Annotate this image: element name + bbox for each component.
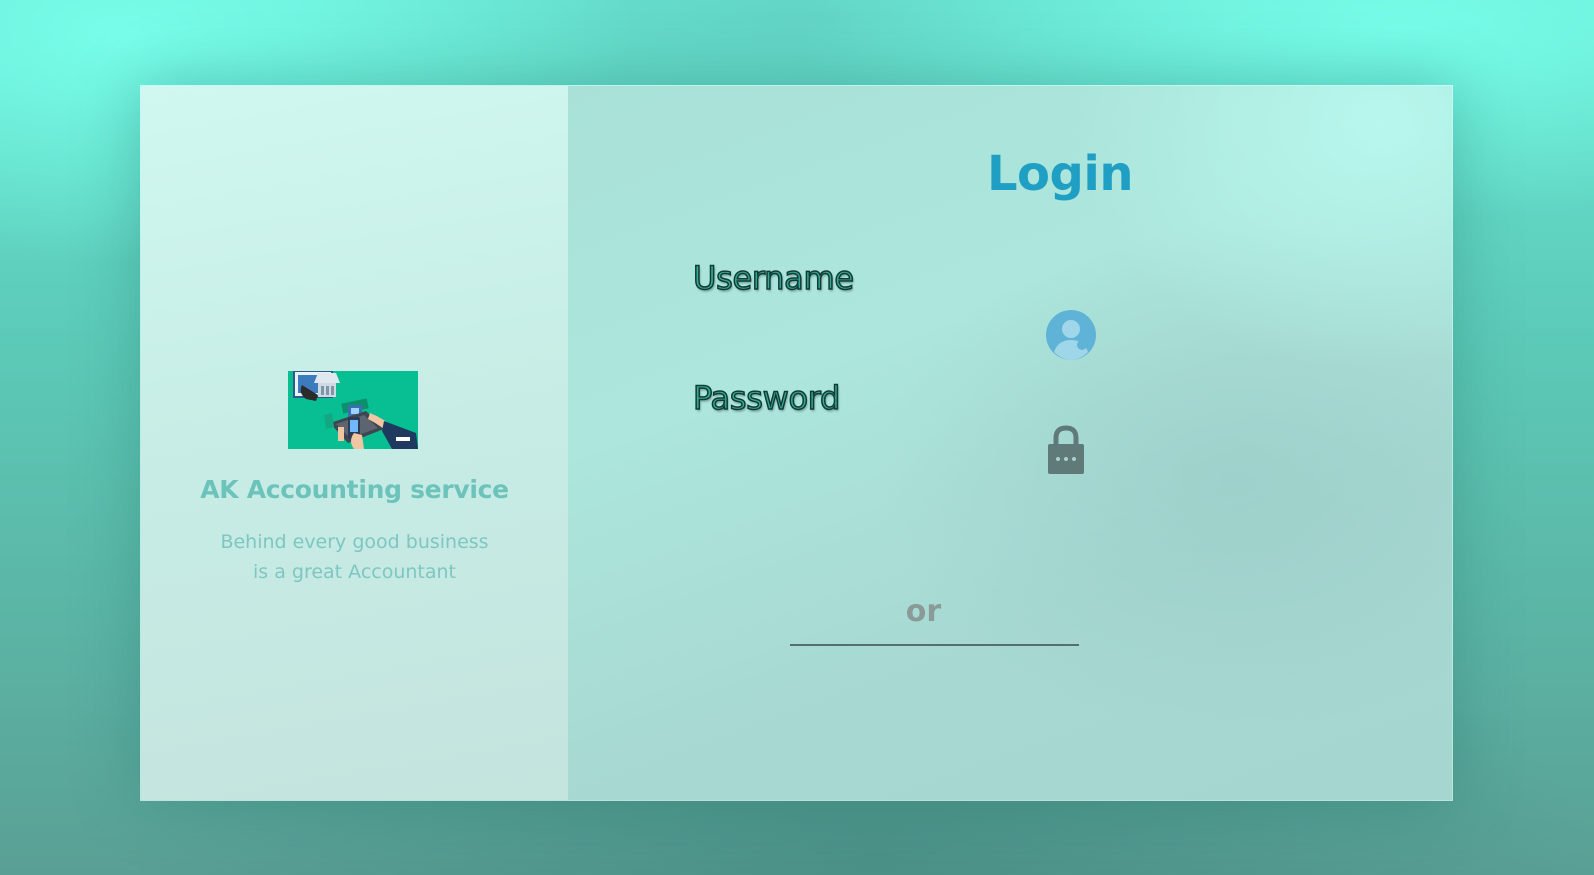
divider-line [790, 644, 1079, 646]
accounting-illustration-icon [288, 371, 418, 449]
brand-name: AK Accounting service [200, 475, 509, 504]
login-card: AK Accounting service Behind every good … [140, 85, 1453, 801]
login-panel: Login Username Password or [568, 86, 1452, 800]
username-input[interactable] [693, 311, 1257, 353]
lock-icon [1047, 425, 1085, 475]
or-divider-text: or [905, 594, 942, 629]
or-divider: or [790, 594, 1079, 646]
page-title: Login [986, 146, 1134, 202]
password-input[interactable] [693, 431, 1257, 473]
brand-tagline: Behind every good business is a great Ac… [141, 527, 568, 587]
username-label: Username [692, 258, 855, 298]
tagline-line-2: is a great Accountant [252, 561, 457, 583]
brand-panel: AK Accounting service Behind every good … [141, 86, 568, 800]
password-label: Password [692, 378, 841, 418]
tagline-line-1: Behind every good business [220, 531, 489, 553]
user-avatar-icon [1046, 310, 1096, 360]
